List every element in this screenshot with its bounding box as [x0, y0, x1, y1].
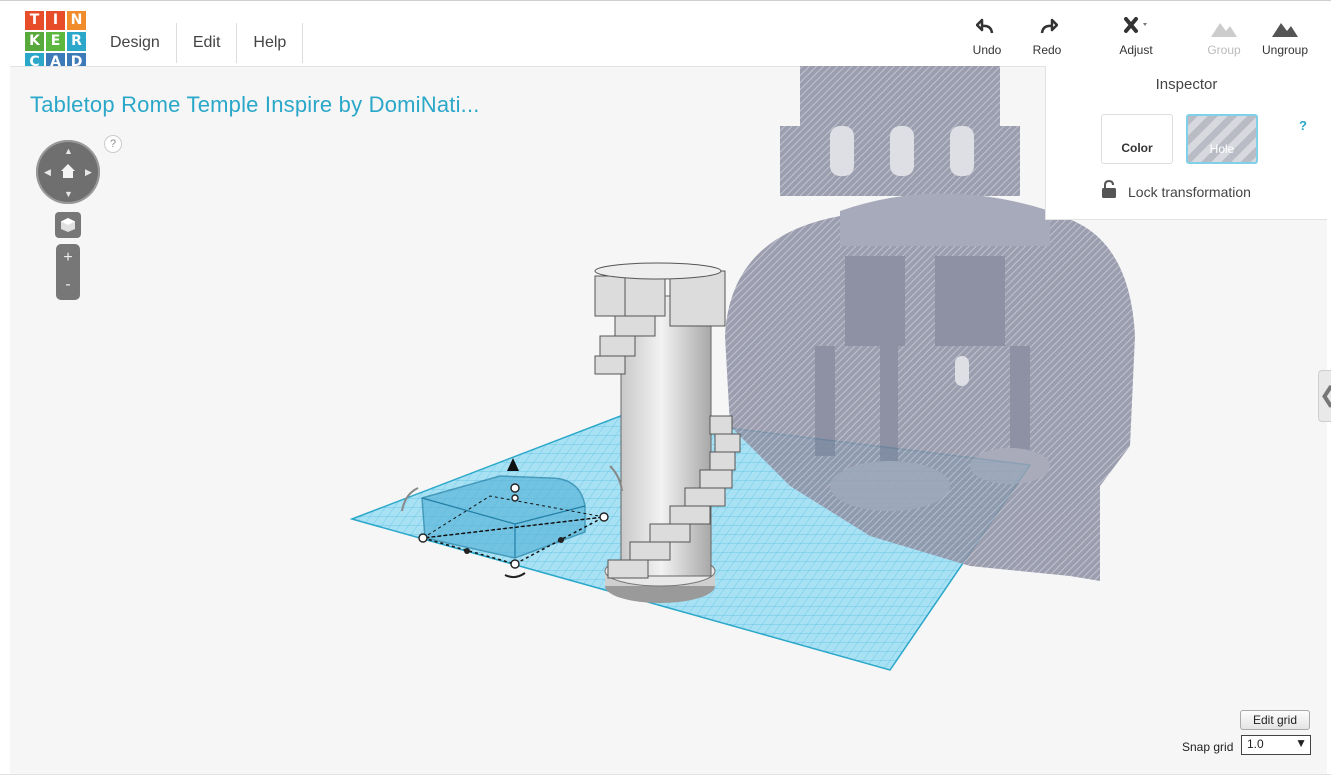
hole-label: Hole [1209, 142, 1235, 156]
undo-icon [976, 18, 994, 34]
orbit-up-icon[interactable]: ▲ [64, 146, 73, 156]
group-button[interactable]: Group [1194, 17, 1254, 57]
shapes-panel-toggle[interactable]: ❮ [1318, 370, 1331, 422]
view-cube-button[interactable] [55, 212, 81, 238]
inspector-panel: Inspector Color Hole ? Lock transformati… [1045, 66, 1327, 220]
hole-swatch-button[interactable]: Hole [1186, 114, 1258, 164]
redo-label: Redo [1032, 43, 1062, 57]
zoom-controls: + - [56, 244, 80, 300]
top-toolbar: TINKERCAD Design Edit Help Undo Redo Adj… [0, 0, 1331, 72]
snap-grid-value: 1.0 [1247, 737, 1264, 751]
redo-button[interactable]: Redo [1017, 17, 1077, 57]
view-help-icon[interactable]: ? [104, 135, 122, 153]
logo-letter: E [46, 32, 65, 51]
inspector-title: Inspector [1155, 76, 1218, 93]
redo-icon [1040, 18, 1058, 34]
logo-letter: T [25, 11, 44, 30]
edit-grid-button[interactable]: Edit grid [1240, 710, 1310, 730]
adjust-label: Adjust [1119, 43, 1153, 57]
cube-icon [61, 218, 75, 232]
group-icon [1211, 23, 1237, 37]
unlock-icon[interactable] [1102, 180, 1116, 198]
ungroup-label: Ungroup [1261, 43, 1309, 57]
orbit-navigation[interactable]: ▲ ▼ ◀ ▶ [36, 140, 100, 204]
ungroup-button[interactable]: Ungroup [1255, 17, 1315, 57]
menu-edit[interactable]: Edit [177, 23, 238, 63]
adjust-icon [1124, 17, 1147, 33]
zoom-in-button[interactable]: + [56, 245, 80, 271]
color-swatch-button[interactable]: Color [1101, 114, 1173, 164]
document-title[interactable]: Tabletop Rome Temple Inspire by DomiNati… [30, 92, 480, 118]
logo-letter: N [67, 11, 86, 30]
undo-button[interactable]: Undo [957, 17, 1017, 57]
inspector-help-icon[interactable]: ? [1299, 118, 1307, 133]
chevron-left-icon: ❮ [1319, 382, 1331, 407]
snap-grid-select[interactable]: 1.0 ▼ [1241, 735, 1311, 755]
logo-letter: R [67, 32, 86, 51]
lock-transformation-label[interactable]: Lock transformation [1128, 184, 1251, 200]
logo-letter: I [46, 11, 65, 30]
tinkercad-logo[interactable]: TINKERCAD [25, 11, 88, 74]
ungroup-icon [1272, 23, 1298, 37]
logo-letter: K [25, 32, 44, 51]
orbit-right-icon[interactable]: ▶ [85, 167, 92, 178]
snap-grid-label: Snap grid [1182, 740, 1234, 754]
home-icon[interactable] [59, 162, 77, 180]
main-menu: Design Edit Help [94, 23, 304, 63]
undo-label: Undo [972, 43, 1002, 57]
orbit-left-icon[interactable]: ◀ [44, 167, 51, 178]
color-label: Color [1121, 141, 1153, 155]
adjust-button[interactable]: Adjust [1106, 17, 1166, 57]
group-label: Group [1207, 43, 1241, 57]
chevron-down-icon: ▼ [1295, 736, 1307, 750]
menu-help[interactable]: Help [237, 23, 304, 63]
orbit-down-icon[interactable]: ▼ [64, 189, 73, 199]
menu-design[interactable]: Design [94, 23, 177, 63]
zoom-out-button[interactable]: - [56, 272, 80, 298]
rotate-arrow-icon [504, 572, 526, 579]
